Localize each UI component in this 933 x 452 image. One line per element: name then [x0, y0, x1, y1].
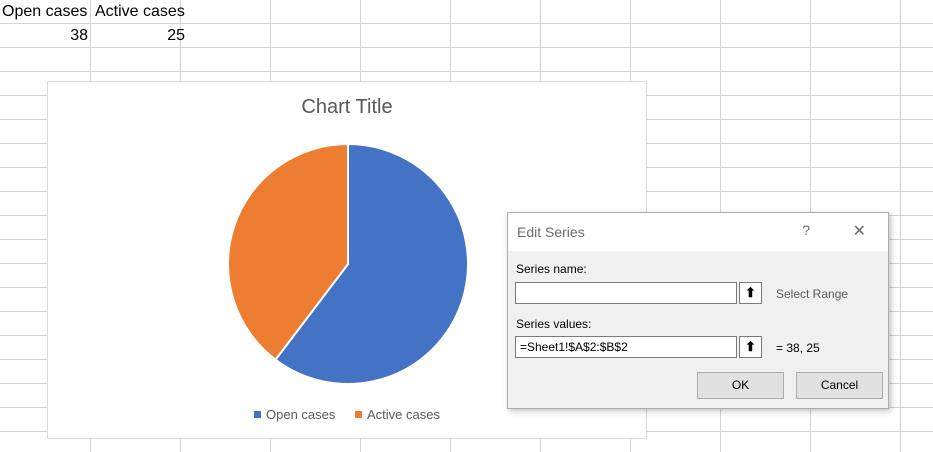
help-icon[interactable]: ?	[802, 222, 810, 238]
cell-B1[interactable]: Active cases	[95, 0, 187, 23]
legend-item-open-cases: Open cases	[254, 407, 335, 422]
series-values-collapse-icon[interactable]: ⬆	[739, 336, 762, 358]
legend-item-active-cases: Active cases	[355, 407, 440, 422]
series-name-collapse-icon[interactable]: ⬆	[739, 282, 762, 304]
pie-plot-area[interactable]	[226, 142, 470, 386]
dialog-title: Edit Series	[517, 224, 585, 240]
ok-button[interactable]: OK	[697, 372, 784, 399]
legend-label-active-cases: Active cases	[367, 407, 440, 422]
legend-label-open-cases: Open cases	[266, 407, 336, 422]
cell-A2[interactable]: 38	[2, 24, 88, 47]
edit-series-dialog: Edit Series ? ✕ Series name: ⬆ Select Ra…	[507, 212, 889, 409]
series-values-label: Series values:	[516, 317, 592, 331]
series-values-preview: = 38, 25	[776, 341, 820, 355]
chart-title[interactable]: Chart Title	[48, 96, 646, 119]
cell-B2[interactable]: 25	[95, 24, 185, 47]
series-name-label: Series name:	[516, 262, 587, 276]
chart-legend[interactable]: Open cases Active cases	[48, 407, 646, 422]
cell-A1[interactable]: Open cases	[2, 0, 88, 23]
select-range-text: Select Range	[776, 287, 849, 301]
close-icon[interactable]: ✕	[853, 221, 866, 241]
cancel-button[interactable]: Cancel	[796, 372, 883, 399]
dialog-titlebar[interactable]: Edit Series ? ✕	[508, 213, 888, 251]
legend-swatch-open-cases	[254, 411, 261, 419]
series-values-input[interactable]	[515, 336, 737, 358]
series-name-input[interactable]	[515, 282, 737, 304]
legend-swatch-active-cases	[355, 411, 362, 419]
